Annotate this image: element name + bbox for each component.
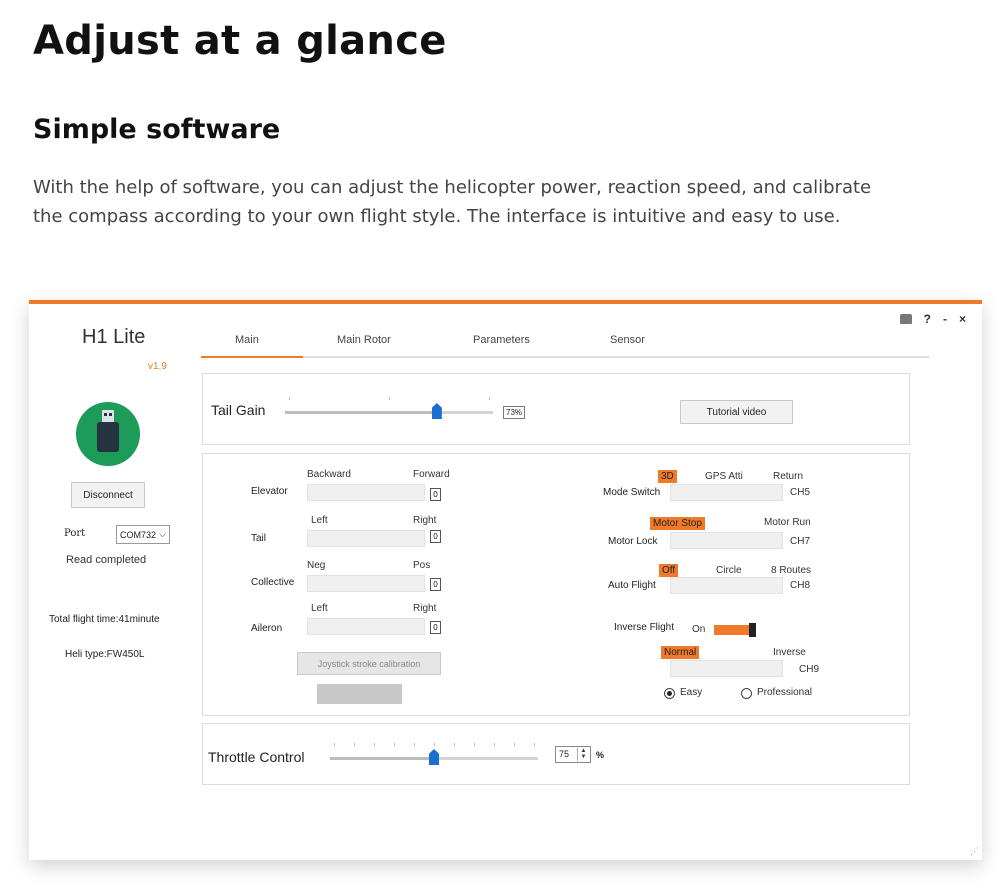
stick-settings-panel: Backward Forward Elevator 0 Left Right T…: [202, 453, 910, 716]
elevator-right-label: Forward: [413, 469, 450, 480]
motor-lock-bar: [670, 532, 783, 549]
motor-stop-option[interactable]: Motor Stop: [650, 517, 705, 530]
tail-left-label: Left: [311, 515, 328, 526]
throttle-value: 75: [559, 749, 570, 759]
throttle-slider[interactable]: [330, 743, 538, 765]
normal-option[interactable]: Normal: [661, 646, 700, 659]
aileron-value: 0: [430, 621, 441, 634]
inverse-mode-bar: [670, 660, 783, 677]
throttle-label: Throttle Control: [208, 749, 305, 765]
active-tab-indicator: [201, 356, 303, 358]
auto-flight-off-option[interactable]: Off: [659, 564, 679, 577]
software-window: ? - × H1 Lite v1.9 Disconnect Port COM73…: [29, 300, 982, 860]
calibration-status-block: [317, 684, 402, 704]
auto-flight-circle-option[interactable]: Circle: [716, 565, 742, 576]
inverse-mode-channel: CH9: [799, 664, 820, 675]
total-flight-time: Total flight time:41minute: [49, 614, 160, 625]
tail-bar: [307, 530, 425, 547]
collective-bar: [307, 575, 425, 592]
aileron-right-label: Right: [413, 603, 437, 614]
mode-3d-option[interactable]: 3D: [658, 470, 677, 483]
tutorial-video-button[interactable]: Tutorial video: [680, 400, 793, 424]
port-label: Port: [64, 528, 86, 539]
spin-arrows-icon[interactable]: ▲ ▼: [577, 748, 589, 761]
elevator-left-label: Backward: [307, 469, 351, 480]
motor-run-option[interactable]: Motor Run: [764, 517, 811, 528]
auto-flight-channel: CH8: [790, 580, 811, 591]
hero-subtitle: Simple software: [33, 114, 281, 145]
mode-switch-label: Mode Switch: [603, 487, 661, 498]
tab-main[interactable]: Main: [235, 334, 259, 346]
easy-label: Easy: [680, 687, 703, 698]
tail-value: 0: [430, 530, 441, 543]
tab-bar: Main Main Rotor Parameters Sensor: [201, 328, 929, 358]
tail-right-label: Right: [413, 515, 437, 526]
minimize-icon[interactable]: -: [943, 312, 947, 326]
tail-gain-slider[interactable]: [285, 397, 493, 419]
app-version: v1.9: [148, 361, 167, 372]
inverse-flight-state: On: [692, 624, 706, 635]
throttle-thumb[interactable]: [429, 749, 439, 765]
inverse-flight-label: Inverse Flight: [614, 622, 675, 633]
professional-radio[interactable]: [741, 688, 752, 699]
toggle-knob: [749, 623, 756, 637]
tab-parameters[interactable]: Parameters: [473, 334, 530, 346]
throttle-unit: %: [596, 750, 605, 760]
inverse-option[interactable]: Inverse: [773, 647, 806, 658]
mode-switch-channel: CH5: [790, 487, 811, 498]
tail-gain-value: 73%: [503, 406, 526, 419]
motor-lock-label: Motor Lock: [608, 536, 658, 547]
throttle-spinbox[interactable]: 75 ▲ ▼: [555, 746, 591, 763]
chevron-down-icon: ⌵: [159, 529, 166, 539]
professional-label: Professional: [757, 687, 813, 698]
window-controls: ? - ×: [899, 312, 966, 326]
auto-flight-bar: [670, 577, 783, 594]
elevator-label: Elevator: [251, 486, 288, 497]
mode-switch-bar: [670, 484, 783, 501]
tail-gain-label: Tail Gain: [211, 402, 266, 418]
auto-flight-8-routes-option[interactable]: 8 Routes: [771, 565, 811, 576]
aileron-label: Aileron: [251, 623, 283, 634]
hero-description: With the help of software, you can adjus…: [33, 177, 872, 227]
tab-main-rotor[interactable]: Main Rotor: [337, 334, 391, 346]
throttle-fill: [330, 757, 434, 760]
collective-left-label: Neg: [307, 560, 326, 571]
status-text: Read completed: [66, 554, 147, 566]
motor-lock-channel: CH7: [790, 536, 811, 547]
tail-gain-thumb[interactable]: [431, 403, 442, 419]
close-icon[interactable]: ×: [959, 312, 966, 326]
joystick-calibration-button[interactable]: Joystick stroke calibration: [297, 652, 441, 675]
collective-label: Collective: [251, 577, 295, 588]
port-select[interactable]: COM732 ⌵: [116, 525, 170, 544]
aileron-bar: [307, 618, 425, 635]
mode-gps-atti-option[interactable]: GPS Atti: [705, 471, 743, 482]
skin-icon[interactable]: [899, 314, 912, 324]
port-value: COM732: [120, 529, 157, 540]
tail-label: Tail: [251, 533, 267, 544]
collective-right-label: Pos: [413, 560, 431, 571]
elevator-value: 0: [430, 488, 441, 501]
usb-connection-icon: [76, 402, 140, 466]
tail-gain-panel: Tail Gain 73% Tutorial video: [202, 373, 910, 445]
resize-grip-icon[interactable]: ⋰: [970, 846, 979, 857]
disconnect-button[interactable]: Disconnect: [71, 482, 145, 508]
throttle-panel: Throttle Control 75 ▲ ▼ %: [202, 723, 910, 785]
app-name: H1 Lite: [82, 326, 146, 348]
auto-flight-label: Auto Flight: [608, 580, 656, 591]
elevator-bar: [307, 484, 425, 501]
easy-radio[interactable]: [664, 688, 675, 699]
hero-title: Adjust at a glance: [33, 18, 447, 64]
help-icon[interactable]: ?: [924, 312, 931, 326]
inverse-flight-toggle[interactable]: [714, 623, 756, 637]
aileron-left-label: Left: [311, 603, 328, 614]
heli-type: Heli type:FW450L: [65, 649, 145, 660]
mode-return-option[interactable]: Return: [773, 471, 803, 482]
collective-value: 0: [430, 578, 441, 591]
tail-gain-fill: [285, 411, 437, 414]
tab-sensor[interactable]: Sensor: [610, 334, 645, 346]
